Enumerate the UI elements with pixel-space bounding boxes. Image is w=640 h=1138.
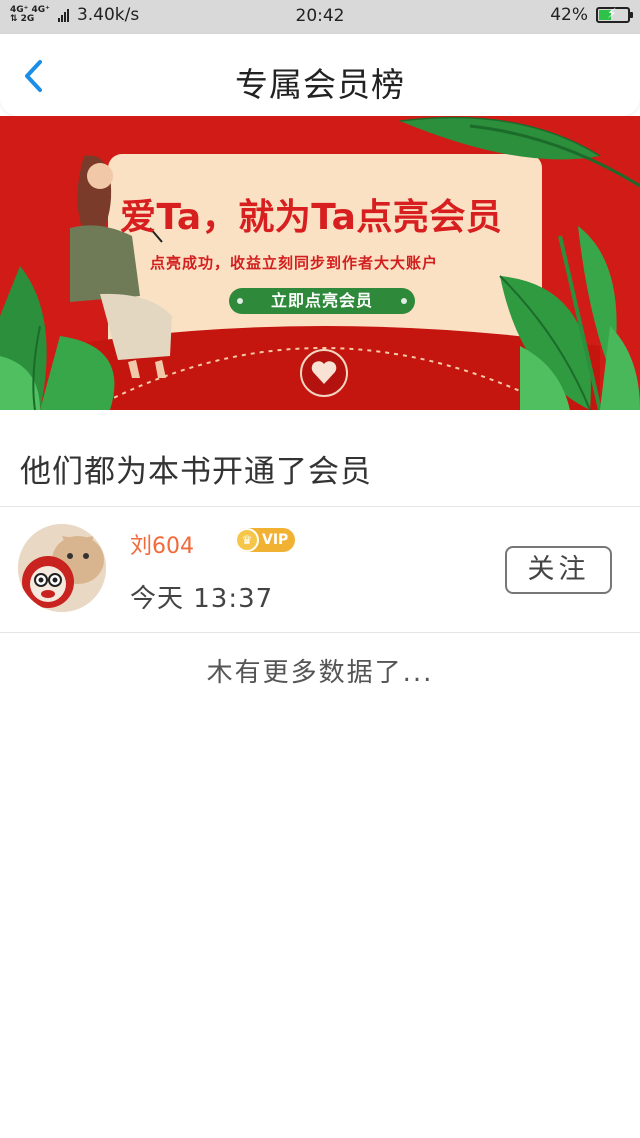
activate-membership-button[interactable]: 立即点亮会员 (229, 288, 415, 314)
no-more-data-text: 木有更多数据了... (206, 658, 434, 688)
divider (0, 632, 640, 633)
vip-badge: ♛ VIP (235, 528, 295, 552)
vip-badge-label: VIP (262, 532, 289, 548)
banner-subtitle: 点亮成功，收益立刻同步到作者大大账户 (150, 254, 439, 272)
member-list-item[interactable]: 刘604 ♛ VIP 今天 13:37 关注 (0, 508, 640, 632)
avatar-image (18, 524, 106, 612)
promo-banner[interactable]: 爱Ta，就为Ta点亮会员 点亮成功，收益立刻同步到作者大大账户 立即点亮会员 (0, 116, 640, 410)
member-time: 今天 13:37 (130, 584, 274, 614)
charging-bolt-icon: ⚡ (607, 6, 617, 22)
status-right: 42% ⚡ (550, 5, 633, 25)
battery-icon: ⚡ (596, 6, 633, 23)
status-time: 20:42 (295, 6, 345, 26)
page-title: 专属会员榜 (235, 65, 405, 104)
follow-button[interactable]: 关注 (505, 546, 612, 594)
crown-icon: ♛ (235, 528, 259, 552)
status-bar: 4G⁺ 4G⁺ ⇅ 2G 3.40k/s 20:42 42% ⚡ (0, 0, 640, 34)
banner-headline: 爱Ta，就为Ta点亮会员 (120, 197, 503, 238)
member-name[interactable]: 刘604 (130, 528, 194, 560)
battery-percent: 42% (550, 5, 588, 25)
divider (0, 506, 640, 507)
top-nav-bar: 专属会员榜 (0, 34, 640, 116)
section-heading: 他们都为本书开通了会员 (20, 454, 372, 490)
avatar[interactable] (18, 524, 106, 612)
